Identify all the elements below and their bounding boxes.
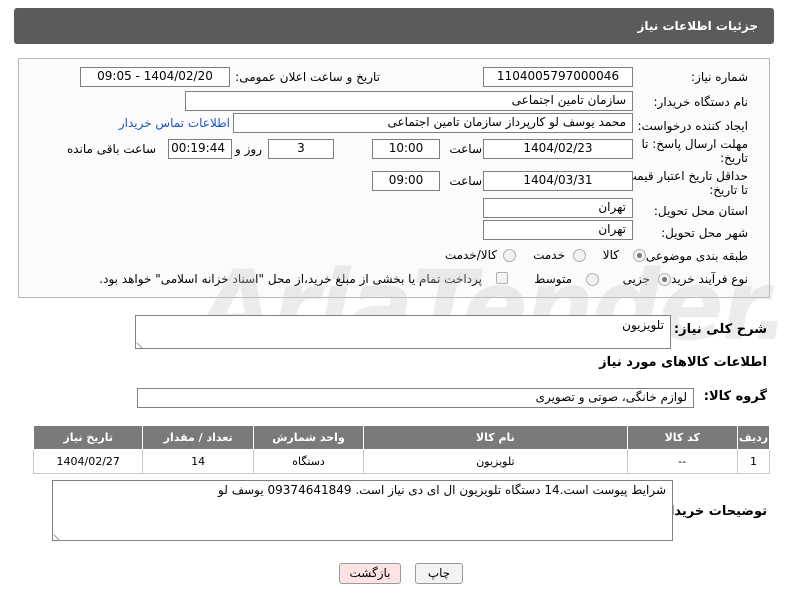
announce-datetime-field[interactable]: 1404/02/20 - 09:05 [80, 67, 230, 87]
delivery-city-field[interactable]: تهران [483, 220, 633, 240]
cell-quantity: 14 [142, 449, 254, 474]
print-button[interactable]: چاپ [415, 563, 463, 584]
reply-deadline-date-field[interactable]: 1404/02/23 [483, 139, 633, 159]
remaining-time-label: ساعت باقی مانده [66, 142, 156, 156]
delivery-province-field[interactable]: تهران [483, 198, 633, 218]
reply-deadline-label-2: تاریخ: [720, 151, 748, 165]
category-label: طبقه بندی موضوعی: [641, 249, 748, 263]
delivery-province-label: استان محل تحویل: [653, 204, 748, 218]
process-partial-radio[interactable] [658, 273, 671, 286]
process-medium-radio[interactable] [586, 273, 599, 286]
col-row-number: ردیف [736, 425, 771, 450]
goods-group-label: گروه کالا: [703, 389, 767, 404]
reply-days-field[interactable]: 3 [268, 139, 334, 159]
price-validity-label: حداقل تاریخ اعتبار قیمت: [621, 169, 748, 183]
need-number-label: شماره نیاز: [691, 70, 748, 84]
reply-deadline-label: مهلت ارسال پاسخ: تا [641, 137, 748, 151]
cell-need-date: 1404/02/27 [32, 449, 144, 474]
col-item-name: نام کالا [363, 425, 628, 450]
reply-deadline-time-label: ساعت [449, 142, 482, 156]
resize-handle[interactable] [53, 529, 65, 541]
cell-unit: دستگاه [252, 449, 365, 474]
reply-deadline-time-field[interactable]: 10:00 [372, 139, 440, 159]
goods-section-title: اطلاعات کالاهای مورد نیاز [599, 355, 767, 370]
cell-item-code: -- [626, 449, 738, 474]
requester-label: ایجاد کننده درخواست: [637, 119, 748, 133]
resize-handle[interactable] [136, 337, 148, 349]
price-validity-label-2: تا تاریخ: [709, 183, 748, 197]
buyer-notes-textarea[interactable]: شرایط پیوست است.14 دستگاه تلویزیون ال ای… [52, 480, 673, 541]
summary-value: تلویزیون [622, 318, 664, 332]
process-partial-option: جزیی [622, 272, 650, 286]
summary-textarea[interactable]: تلویزیون [135, 315, 671, 349]
reply-days-label: روز و [235, 142, 262, 156]
page-title: جزئیات اطلاعات نیاز [637, 19, 758, 33]
items-table: ردیف کد کالا نام کالا واحد شمارش تعداد /… [32, 425, 771, 474]
price-validity-time-label: ساعت [449, 174, 482, 188]
category-goods-service-radio[interactable] [503, 249, 516, 262]
table-row[interactable]: 1 -- تلویزیون دستگاه 14 1404/02/27 [32, 449, 771, 474]
col-need-date: تاریخ نیاز [32, 425, 144, 450]
col-quantity: تعداد / مقدار [142, 425, 254, 450]
treasury-payment-note: پرداخت تمام یا بخشی از مبلغ خرید،از محل … [99, 272, 482, 286]
process-type-label: نوع فرآیند خرید : [663, 272, 748, 286]
category-service-radio[interactable] [573, 249, 586, 262]
price-validity-date-field[interactable]: 1404/03/31 [483, 171, 633, 191]
price-validity-time-field[interactable]: 09:00 [372, 171, 440, 191]
page-header: جزئیات اطلاعات نیاز [14, 8, 774, 44]
cell-item-name: تلویزیون [363, 449, 628, 474]
cell-row-number: 1 [736, 449, 771, 474]
buyer-notes-label: توضیحات خریدار: [657, 504, 767, 519]
buyer-org-label: نام دستگاه خریدار: [653, 95, 749, 109]
summary-label: شرح کلی نیاز: [673, 322, 767, 337]
category-goods-service-option: کالا/خدمت [444, 248, 497, 262]
category-goods-radio[interactable] [633, 249, 646, 262]
buyer-notes-value: شرایط پیوست است.14 دستگاه تلویزیون ال ای… [218, 483, 666, 497]
col-unit: واحد شمارش [252, 425, 365, 450]
goods-group-field[interactable]: لوازم خانگی، صوتی و تصویری [137, 388, 694, 408]
remaining-time-field[interactable]: 00:19:44 [168, 139, 232, 159]
announce-datetime-label: تاریخ و ساعت اعلان عمومی: [235, 70, 380, 84]
category-service-option: خدمت [533, 248, 565, 262]
category-goods-option: کالا [602, 248, 619, 262]
delivery-city-label: شهر محل تحویل: [661, 226, 748, 240]
need-number-field[interactable]: 1104005797000046 [483, 67, 633, 87]
col-item-code: کد کالا [626, 425, 738, 450]
treasury-payment-checkbox[interactable] [496, 272, 508, 284]
items-table-header-row: ردیف کد کالا نام کالا واحد شمارش تعداد /… [32, 425, 771, 450]
requester-field[interactable]: محمد یوسف لو کارپرداز سازمان تامین اجتما… [233, 113, 633, 133]
process-medium-option: متوسط [534, 272, 572, 286]
back-button[interactable]: بازگشت [339, 563, 401, 584]
buyer-org-field[interactable]: سازمان تامین اجتماعی [185, 91, 633, 111]
buyer-contact-link[interactable]: اطلاعات تماس خریدار [119, 116, 230, 130]
